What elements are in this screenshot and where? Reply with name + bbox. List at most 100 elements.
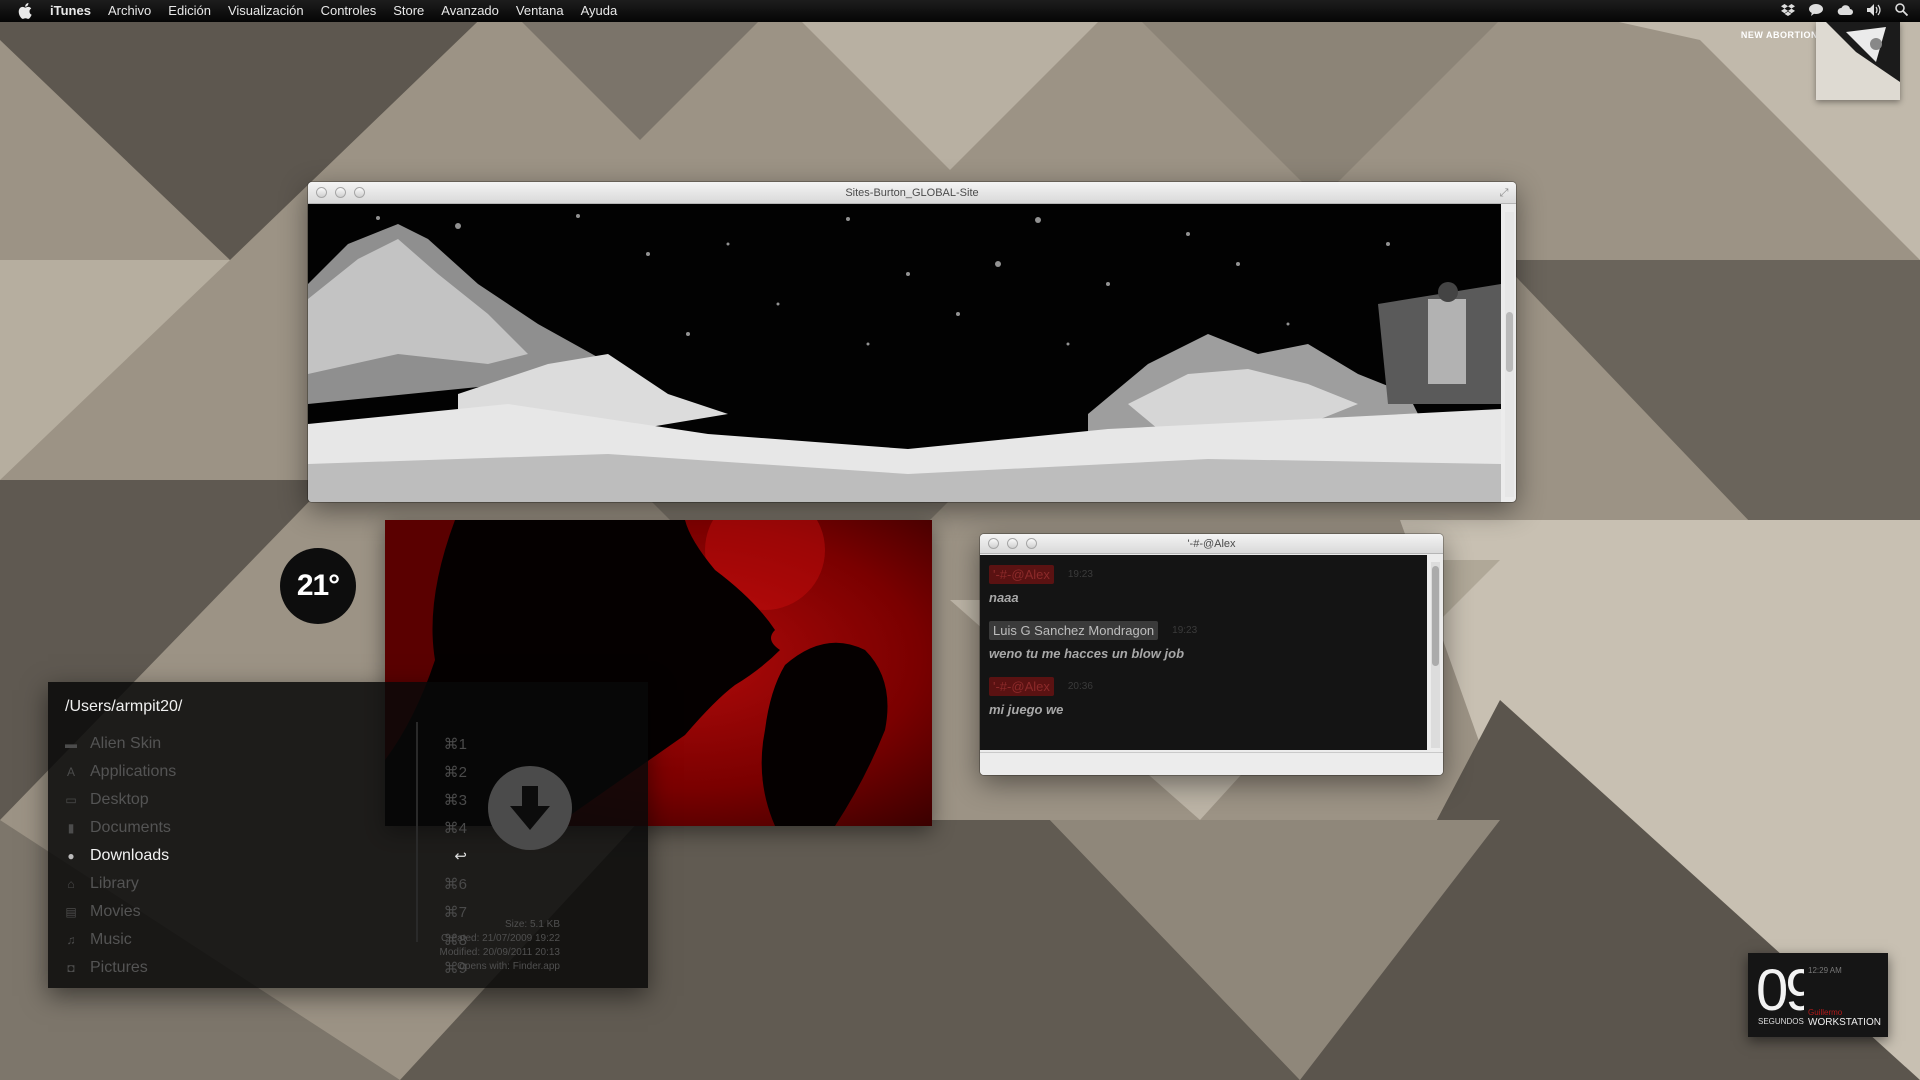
menu-ayuda[interactable]: Ayuda	[581, 0, 618, 22]
folder-item-label: Movies	[90, 903, 141, 920]
volume-icon[interactable]	[1867, 3, 1881, 19]
chat-status-icon[interactable]	[1809, 3, 1823, 19]
message-time: 20:36	[1067, 681, 1093, 692]
browser-scrollbar[interactable]	[1505, 212, 1514, 497]
menu-controles[interactable]: Controles	[321, 0, 377, 22]
file-browser-overlay: /Users/armpit20/ ▬ Alien Skin ⌘1 A Appli…	[48, 682, 648, 988]
file-created: Created: 21/07/2009 19:22	[441, 933, 560, 944]
snowboard-banner-image	[308, 204, 1501, 502]
album-art-widget[interactable]: NEW ABORTION	[1710, 22, 1900, 104]
folder-item-music[interactable]: ♫ Music ⌘8	[64, 926, 468, 954]
folder-item-shortcut: ⌘2	[443, 764, 467, 781]
temperature: 21°	[296, 569, 340, 602]
clock-user: Guillermo	[1808, 1008, 1843, 1017]
folder-item-label: Downloads	[90, 847, 170, 864]
browser-titlebar[interactable]: Sites-Burton_GLOBAL-Site ⤢	[308, 182, 1516, 204]
chat-window: '-#-@Alex '-#-@Alex 19:23 naaa Luis G Sa…	[980, 534, 1443, 775]
music-icon: ♫	[66, 933, 76, 947]
folder-item-label: Documents	[90, 819, 171, 836]
weather-widget[interactable]: 21°	[280, 548, 356, 624]
file-size: Size: 5.1 KB	[504, 919, 560, 930]
clock-seconds-label: SEGUNDOS	[1758, 1017, 1804, 1026]
menu-store[interactable]: Store	[393, 0, 424, 22]
menu-visualizacion[interactable]: Visualización	[228, 0, 304, 22]
chat-titlebar[interactable]: '-#-@Alex	[980, 534, 1443, 554]
panel-divider	[416, 722, 418, 942]
window-controls	[988, 538, 1037, 549]
folder-item-pictures[interactable]: ◘ Pictures ⌘9	[64, 954, 467, 982]
folder-item-applications[interactable]: A Applications ⌘2	[64, 758, 467, 786]
documents-icon: ▮	[67, 821, 75, 835]
album-art-label: NEW ABORTION	[1740, 30, 1818, 40]
library-icon: ⌂	[67, 877, 75, 891]
chat-window-title: '-#-@Alex	[1187, 538, 1236, 550]
chat-input-field[interactable]	[980, 752, 1443, 775]
folder-item-label: Alien Skin	[90, 735, 162, 752]
folder-item-alien-skin[interactable]: ▬ Alien Skin ⌘1	[64, 730, 467, 758]
folder-item-downloads[interactable]: ● Downloads ↩	[64, 842, 467, 870]
minimize-button[interactable]	[1007, 538, 1018, 549]
message-text: naaa	[989, 590, 1019, 605]
clock-time: 12:29 AM	[1808, 966, 1842, 975]
movies-icon: ▤	[65, 905, 77, 919]
folder-item-label: Desktop	[90, 791, 149, 808]
folder-item-shortcut: ↩	[454, 848, 467, 865]
menu-archivo[interactable]: Archivo	[108, 0, 151, 22]
menu-avanzado[interactable]: Avanzado	[441, 0, 499, 22]
folder-item-shortcut: ⌘1	[443, 736, 467, 753]
chat-message: '-#-@Alex 19:23 naaa	[989, 565, 1418, 605]
folder-item-shortcut: ⌘3	[443, 792, 467, 809]
zoom-button[interactable]	[1026, 538, 1037, 549]
applications-icon: A	[66, 765, 75, 779]
close-button[interactable]	[316, 187, 327, 198]
chat-message: '-#-@Alex 20:36 mi juego we	[989, 677, 1418, 717]
message-sender: '-#-@Alex	[989, 677, 1054, 696]
message-sender: '-#-@Alex	[989, 565, 1054, 584]
folder-item-desktop[interactable]: ▭ Desktop ⌘3	[64, 786, 467, 814]
apple-menu-icon[interactable]	[18, 0, 36, 22]
window-controls	[316, 187, 365, 198]
file-info: Size: 5.1 KB Created: 21/07/2009 19:22 M…	[430, 918, 630, 974]
path-input[interactable]: /Users/armpit20/	[65, 698, 182, 716]
downloads-icon: ●	[67, 849, 75, 863]
desktop-icon: ▭	[65, 793, 77, 807]
folder-item-label: Applications	[90, 763, 177, 780]
chat-transcript: '-#-@Alex 19:23 naaa Luis G Sanchez Mond…	[980, 555, 1427, 750]
chat-message: Luis G Sanchez Mondragon 19:23 weno tu m…	[989, 621, 1418, 661]
cloud-icon[interactable]	[1837, 4, 1853, 18]
message-text: weno tu me hacces un blow job	[989, 646, 1185, 661]
folder-item-shortcut: ⌘4	[443, 820, 467, 837]
folder-item-label: Music	[90, 931, 132, 948]
menu-app-itunes[interactable]: iTunes	[50, 0, 91, 22]
dropbox-icon[interactable]	[1781, 3, 1795, 19]
menu-extras	[1781, 0, 1909, 22]
zoom-button[interactable]	[354, 187, 365, 198]
scrollbar-thumb[interactable]	[1432, 566, 1439, 666]
spotlight-search-icon[interactable]	[1895, 3, 1909, 19]
download-arrow-icon	[488, 766, 572, 850]
folder-item-shortcut: ⌘6	[443, 876, 467, 893]
message-text: mi juego we	[989, 702, 1064, 717]
message-sender: Luis G Sanchez Mondragon	[989, 621, 1159, 640]
clock-widget: 09 SEGUNDOS 12:29 AM Guillermo WORKSTATI…	[1748, 953, 1888, 1037]
file-modified: Modified: 20/09/2011 20:13	[439, 947, 560, 958]
folder-item-movies[interactable]: ▤ Movies ⌘7	[64, 898, 467, 926]
clock-seconds: 09	[1756, 958, 1804, 1023]
minimize-button[interactable]	[335, 187, 346, 198]
folder-item-library[interactable]: ⌂ Library ⌘6	[64, 870, 467, 898]
folder-list: ▬ Alien Skin ⌘1 A Applications ⌘2 ▭ Desk…	[64, 730, 468, 982]
chat-scrollbar[interactable]	[1431, 562, 1440, 748]
scrollbar-thumb[interactable]	[1506, 312, 1513, 372]
menu-ventana[interactable]: Ventana	[516, 0, 564, 22]
file-opens-with: Opens with: Finder.app	[457, 961, 560, 972]
folder-item-label: Library	[90, 875, 139, 892]
fullscreen-icon[interactable]: ⤢	[1498, 187, 1510, 199]
message-time: 19:23	[1067, 569, 1093, 580]
menu-edicion[interactable]: Edición	[168, 0, 211, 22]
message-time: 19:23	[1172, 625, 1198, 636]
pictures-icon: ◘	[67, 961, 75, 975]
browser-window: Sites-Burton_GLOBAL-Site ⤢	[308, 182, 1516, 502]
folder-item-documents[interactable]: ▮ Documents ⌘4	[64, 814, 467, 842]
close-button[interactable]	[988, 538, 999, 549]
folder-item-label: Pictures	[90, 959, 148, 976]
